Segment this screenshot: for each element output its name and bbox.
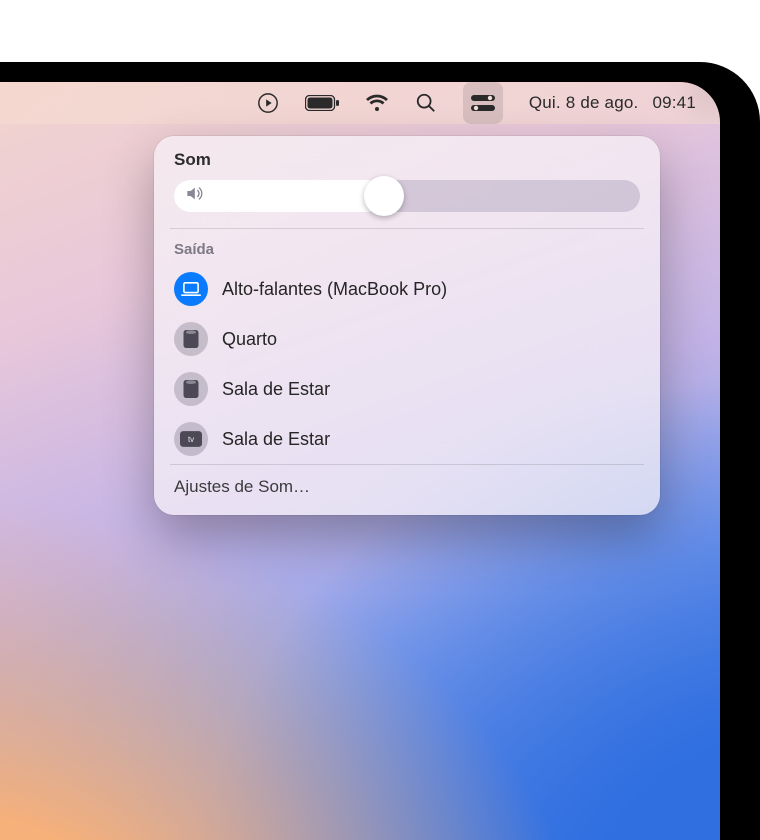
menubar: Qui. 8 de ago. 09:41	[0, 82, 720, 124]
output-item[interactable]: tv Sala de Estar	[154, 414, 660, 464]
volume-slider-thumb[interactable]	[364, 176, 404, 216]
output-item[interactable]: Sala de Estar	[154, 364, 660, 414]
volume-slider[interactable]	[174, 180, 640, 212]
homepod-icon	[174, 322, 208, 356]
svg-text:tv: tv	[188, 435, 194, 444]
output-item-label: Alto-falantes (MacBook Pro)	[222, 279, 447, 300]
output-section-label: Saída	[154, 229, 660, 264]
output-item-label: Quarto	[222, 329, 277, 350]
output-item[interactable]: Alto-falantes (MacBook Pro)	[154, 264, 660, 314]
now-playing-icon[interactable]	[257, 82, 279, 124]
appletv-icon: tv	[174, 422, 208, 456]
menubar-datetime[interactable]: Qui. 8 de ago. 09:41	[529, 82, 696, 124]
spotlight-icon[interactable]	[415, 82, 437, 124]
output-item-label: Sala de Estar	[222, 379, 330, 400]
homepod-icon	[174, 372, 208, 406]
sound-panel: Som Saída Alto-falantes (MacBook Pro) Qua…	[154, 136, 660, 515]
volume-slider-fill	[174, 180, 384, 212]
sound-settings-link[interactable]: Ajustes de Som…	[154, 465, 660, 509]
output-list: Alto-falantes (MacBook Pro) Quarto Sala de…	[154, 264, 660, 464]
sound-settings-label: Ajustes de Som…	[174, 477, 310, 496]
screen: Qui. 8 de ago. 09:41 Som Saída Alto-fala	[0, 82, 720, 840]
wifi-icon[interactable]	[365, 82, 389, 124]
battery-icon[interactable]	[305, 82, 339, 124]
control-center-icon[interactable]	[463, 82, 503, 124]
menubar-date: Qui. 8 de ago.	[529, 93, 639, 113]
speaker-icon	[184, 184, 204, 209]
output-item[interactable]: Quarto	[154, 314, 660, 364]
menubar-time: 09:41	[652, 93, 696, 113]
panel-title: Som	[154, 150, 660, 180]
output-item-label: Sala de Estar	[222, 429, 330, 450]
laptop-icon	[174, 272, 208, 306]
